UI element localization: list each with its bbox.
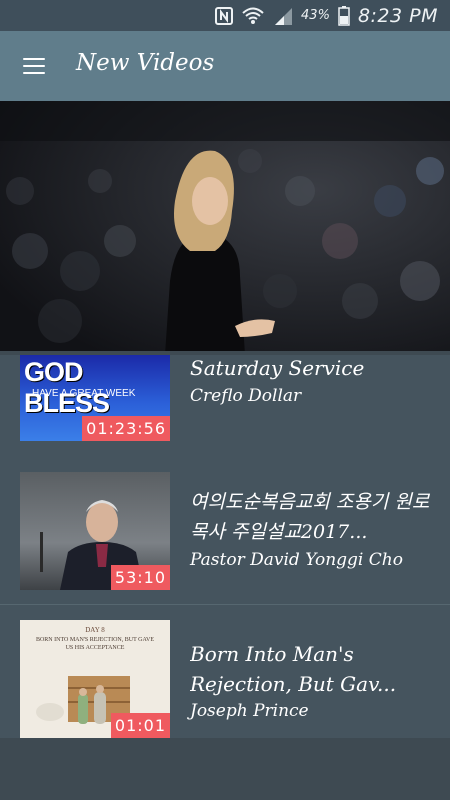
battery-icon bbox=[338, 5, 350, 26]
nfc-icon bbox=[215, 6, 234, 25]
wifi-icon bbox=[242, 7, 264, 24]
video-title: Saturday Service bbox=[190, 356, 365, 380]
signal-icon bbox=[275, 7, 293, 25]
video-thumbnail: GOD BLESS HAVE A GREAT WEEK 01:23:56 bbox=[20, 355, 170, 441]
video-thumbnail: 53:10 bbox=[20, 472, 170, 590]
clock: 8:23 PM bbox=[357, 4, 438, 27]
video-title: 여의도순복음교회 조용기 원로목사 주일설교2017... bbox=[190, 491, 430, 543]
duration-badge: 01:23:56 bbox=[82, 416, 170, 441]
status-bar: 43% 8:23 PM bbox=[0, 0, 450, 31]
list-item[interactable]: DAY 8 BORN INTO MAN'S REJECTION, BUT GAV… bbox=[0, 605, 450, 738]
video-author: Joseph Prince bbox=[190, 701, 309, 721]
duration-badge: 53:10 bbox=[110, 565, 170, 590]
list-item[interactable]: GOD BLESS HAVE A GREAT WEEK 01:23:56 Sat… bbox=[0, 355, 450, 456]
page-title: New Videos bbox=[76, 50, 215, 76]
list-item[interactable]: 53:10 여의도순복음교회 조용기 원로목사 주일설교2017... Past… bbox=[0, 455, 450, 605]
duration-badge: 01:01 bbox=[110, 713, 170, 738]
app-bar: New Videos bbox=[0, 31, 450, 101]
battery-percent: 43% bbox=[301, 8, 330, 23]
status-icons: 43% 8:23 PM bbox=[215, 3, 438, 28]
video-author: Creflo Dollar bbox=[190, 386, 302, 406]
featured-video-thumbnail[interactable] bbox=[0, 101, 450, 355]
video-thumbnail: DAY 8 BORN INTO MAN'S REJECTION, BUT GAV… bbox=[20, 620, 170, 738]
video-title: Born Into Man's Rejection, But Gav... bbox=[190, 642, 397, 696]
speaker-on-stage-photo bbox=[0, 101, 450, 355]
video-author: Pastor David Yonggi Cho bbox=[190, 550, 403, 570]
thumbnail-subtitle-text: HAVE A GREAT WEEK bbox=[32, 388, 136, 399]
hamburger-menu-icon[interactable] bbox=[18, 53, 50, 79]
